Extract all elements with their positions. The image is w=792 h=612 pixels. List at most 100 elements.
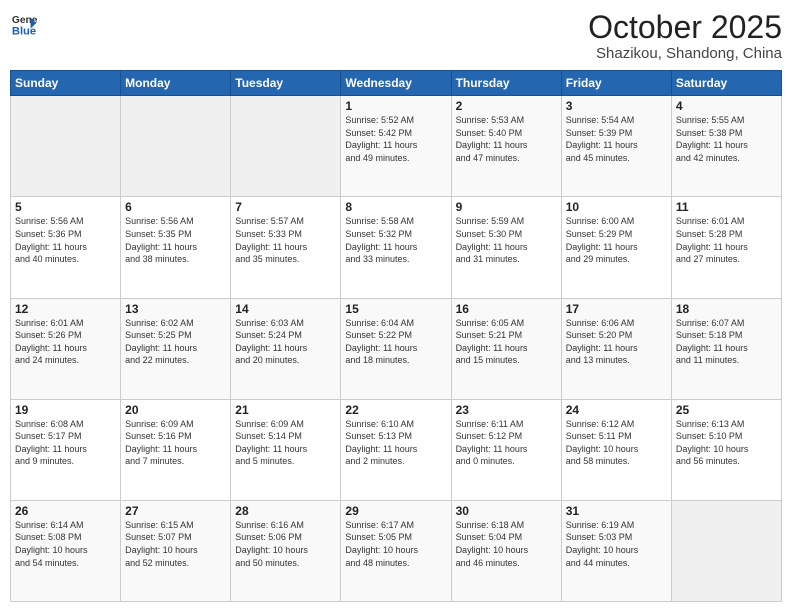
calendar-cell: 31Sunrise: 6:19 AM Sunset: 5:03 PM Dayli…	[561, 500, 671, 601]
header-saturday: Saturday	[671, 71, 781, 96]
day-info: Sunrise: 5:52 AM Sunset: 5:42 PM Dayligh…	[345, 114, 446, 164]
day-number: 16	[456, 302, 557, 316]
day-number: 1	[345, 99, 446, 113]
day-number: 20	[125, 403, 226, 417]
calendar-cell: 21Sunrise: 6:09 AM Sunset: 5:14 PM Dayli…	[231, 399, 341, 500]
calendar-cell: 2Sunrise: 5:53 AM Sunset: 5:40 PM Daylig…	[451, 96, 561, 197]
calendar-week-0: 1Sunrise: 5:52 AM Sunset: 5:42 PM Daylig…	[11, 96, 782, 197]
day-info: Sunrise: 6:00 AM Sunset: 5:29 PM Dayligh…	[566, 215, 667, 265]
calendar-header-row: Sunday Monday Tuesday Wednesday Thursday…	[11, 71, 782, 96]
day-number: 18	[676, 302, 777, 316]
calendar-cell: 27Sunrise: 6:15 AM Sunset: 5:07 PM Dayli…	[121, 500, 231, 601]
day-number: 7	[235, 200, 336, 214]
day-info: Sunrise: 6:18 AM Sunset: 5:04 PM Dayligh…	[456, 519, 557, 569]
calendar-cell	[231, 96, 341, 197]
day-info: Sunrise: 6:10 AM Sunset: 5:13 PM Dayligh…	[345, 418, 446, 468]
calendar-week-3: 19Sunrise: 6:08 AM Sunset: 5:17 PM Dayli…	[11, 399, 782, 500]
day-info: Sunrise: 5:58 AM Sunset: 5:32 PM Dayligh…	[345, 215, 446, 265]
day-number: 17	[566, 302, 667, 316]
calendar-week-2: 12Sunrise: 6:01 AM Sunset: 5:26 PM Dayli…	[11, 298, 782, 399]
day-number: 4	[676, 99, 777, 113]
header-monday: Monday	[121, 71, 231, 96]
day-info: Sunrise: 6:19 AM Sunset: 5:03 PM Dayligh…	[566, 519, 667, 569]
day-info: Sunrise: 6:08 AM Sunset: 5:17 PM Dayligh…	[15, 418, 116, 468]
calendar-cell: 16Sunrise: 6:05 AM Sunset: 5:21 PM Dayli…	[451, 298, 561, 399]
title-block: October 2025 Shazikou, Shandong, China	[588, 10, 782, 62]
header-sunday: Sunday	[11, 71, 121, 96]
calendar-cell: 23Sunrise: 6:11 AM Sunset: 5:12 PM Dayli…	[451, 399, 561, 500]
day-info: Sunrise: 5:53 AM Sunset: 5:40 PM Dayligh…	[456, 114, 557, 164]
logo: General Blue	[10, 10, 38, 38]
day-info: Sunrise: 6:14 AM Sunset: 5:08 PM Dayligh…	[15, 519, 116, 569]
calendar-cell: 8Sunrise: 5:58 AM Sunset: 5:32 PM Daylig…	[341, 197, 451, 298]
calendar-cell: 25Sunrise: 6:13 AM Sunset: 5:10 PM Dayli…	[671, 399, 781, 500]
calendar-cell: 6Sunrise: 5:56 AM Sunset: 5:35 PM Daylig…	[121, 197, 231, 298]
day-info: Sunrise: 6:17 AM Sunset: 5:05 PM Dayligh…	[345, 519, 446, 569]
day-info: Sunrise: 6:07 AM Sunset: 5:18 PM Dayligh…	[676, 317, 777, 367]
day-number: 3	[566, 99, 667, 113]
day-info: Sunrise: 6:09 AM Sunset: 5:16 PM Dayligh…	[125, 418, 226, 468]
calendar-cell: 1Sunrise: 5:52 AM Sunset: 5:42 PM Daylig…	[341, 96, 451, 197]
day-info: Sunrise: 5:54 AM Sunset: 5:39 PM Dayligh…	[566, 114, 667, 164]
day-info: Sunrise: 5:56 AM Sunset: 5:35 PM Dayligh…	[125, 215, 226, 265]
day-number: 31	[566, 504, 667, 518]
calendar-cell: 14Sunrise: 6:03 AM Sunset: 5:24 PM Dayli…	[231, 298, 341, 399]
day-number: 5	[15, 200, 116, 214]
calendar-cell	[11, 96, 121, 197]
day-number: 15	[345, 302, 446, 316]
day-info: Sunrise: 6:04 AM Sunset: 5:22 PM Dayligh…	[345, 317, 446, 367]
day-info: Sunrise: 6:02 AM Sunset: 5:25 PM Dayligh…	[125, 317, 226, 367]
calendar-cell: 20Sunrise: 6:09 AM Sunset: 5:16 PM Dayli…	[121, 399, 231, 500]
calendar-cell: 15Sunrise: 6:04 AM Sunset: 5:22 PM Dayli…	[341, 298, 451, 399]
day-number: 11	[676, 200, 777, 214]
calendar-cell: 5Sunrise: 5:56 AM Sunset: 5:36 PM Daylig…	[11, 197, 121, 298]
day-info: Sunrise: 6:06 AM Sunset: 5:20 PM Dayligh…	[566, 317, 667, 367]
day-number: 29	[345, 504, 446, 518]
day-info: Sunrise: 6:03 AM Sunset: 5:24 PM Dayligh…	[235, 317, 336, 367]
header-tuesday: Tuesday	[231, 71, 341, 96]
day-number: 27	[125, 504, 226, 518]
day-info: Sunrise: 6:13 AM Sunset: 5:10 PM Dayligh…	[676, 418, 777, 468]
day-info: Sunrise: 5:56 AM Sunset: 5:36 PM Dayligh…	[15, 215, 116, 265]
day-number: 19	[15, 403, 116, 417]
calendar-cell: 9Sunrise: 5:59 AM Sunset: 5:30 PM Daylig…	[451, 197, 561, 298]
day-info: Sunrise: 5:55 AM Sunset: 5:38 PM Dayligh…	[676, 114, 777, 164]
day-info: Sunrise: 5:59 AM Sunset: 5:30 PM Dayligh…	[456, 215, 557, 265]
day-info: Sunrise: 6:16 AM Sunset: 5:06 PM Dayligh…	[235, 519, 336, 569]
day-number: 26	[15, 504, 116, 518]
calendar-cell: 7Sunrise: 5:57 AM Sunset: 5:33 PM Daylig…	[231, 197, 341, 298]
calendar-table: Sunday Monday Tuesday Wednesday Thursday…	[10, 70, 782, 602]
calendar-cell: 3Sunrise: 5:54 AM Sunset: 5:39 PM Daylig…	[561, 96, 671, 197]
calendar-week-4: 26Sunrise: 6:14 AM Sunset: 5:08 PM Dayli…	[11, 500, 782, 601]
header: General Blue October 2025 Shazikou, Shan…	[10, 10, 782, 62]
location: Shazikou, Shandong, China	[588, 45, 782, 62]
calendar-cell: 17Sunrise: 6:06 AM Sunset: 5:20 PM Dayli…	[561, 298, 671, 399]
day-info: Sunrise: 6:01 AM Sunset: 5:26 PM Dayligh…	[15, 317, 116, 367]
calendar-cell: 28Sunrise: 6:16 AM Sunset: 5:06 PM Dayli…	[231, 500, 341, 601]
day-info: Sunrise: 6:09 AM Sunset: 5:14 PM Dayligh…	[235, 418, 336, 468]
day-number: 25	[676, 403, 777, 417]
calendar-cell: 12Sunrise: 6:01 AM Sunset: 5:26 PM Dayli…	[11, 298, 121, 399]
day-info: Sunrise: 6:05 AM Sunset: 5:21 PM Dayligh…	[456, 317, 557, 367]
day-number: 21	[235, 403, 336, 417]
calendar-cell: 30Sunrise: 6:18 AM Sunset: 5:04 PM Dayli…	[451, 500, 561, 601]
day-number: 28	[235, 504, 336, 518]
day-info: Sunrise: 6:15 AM Sunset: 5:07 PM Dayligh…	[125, 519, 226, 569]
calendar-cell: 18Sunrise: 6:07 AM Sunset: 5:18 PM Dayli…	[671, 298, 781, 399]
calendar-cell: 26Sunrise: 6:14 AM Sunset: 5:08 PM Dayli…	[11, 500, 121, 601]
calendar-cell	[671, 500, 781, 601]
calendar-cell: 22Sunrise: 6:10 AM Sunset: 5:13 PM Dayli…	[341, 399, 451, 500]
day-number: 9	[456, 200, 557, 214]
day-info: Sunrise: 6:11 AM Sunset: 5:12 PM Dayligh…	[456, 418, 557, 468]
day-number: 10	[566, 200, 667, 214]
day-number: 12	[15, 302, 116, 316]
calendar-cell: 13Sunrise: 6:02 AM Sunset: 5:25 PM Dayli…	[121, 298, 231, 399]
calendar-week-1: 5Sunrise: 5:56 AM Sunset: 5:36 PM Daylig…	[11, 197, 782, 298]
svg-text:Blue: Blue	[12, 25, 36, 37]
calendar-cell: 10Sunrise: 6:00 AM Sunset: 5:29 PM Dayli…	[561, 197, 671, 298]
calendar-cell: 11Sunrise: 6:01 AM Sunset: 5:28 PM Dayli…	[671, 197, 781, 298]
day-info: Sunrise: 5:57 AM Sunset: 5:33 PM Dayligh…	[235, 215, 336, 265]
day-info: Sunrise: 6:01 AM Sunset: 5:28 PM Dayligh…	[676, 215, 777, 265]
day-number: 22	[345, 403, 446, 417]
day-number: 30	[456, 504, 557, 518]
